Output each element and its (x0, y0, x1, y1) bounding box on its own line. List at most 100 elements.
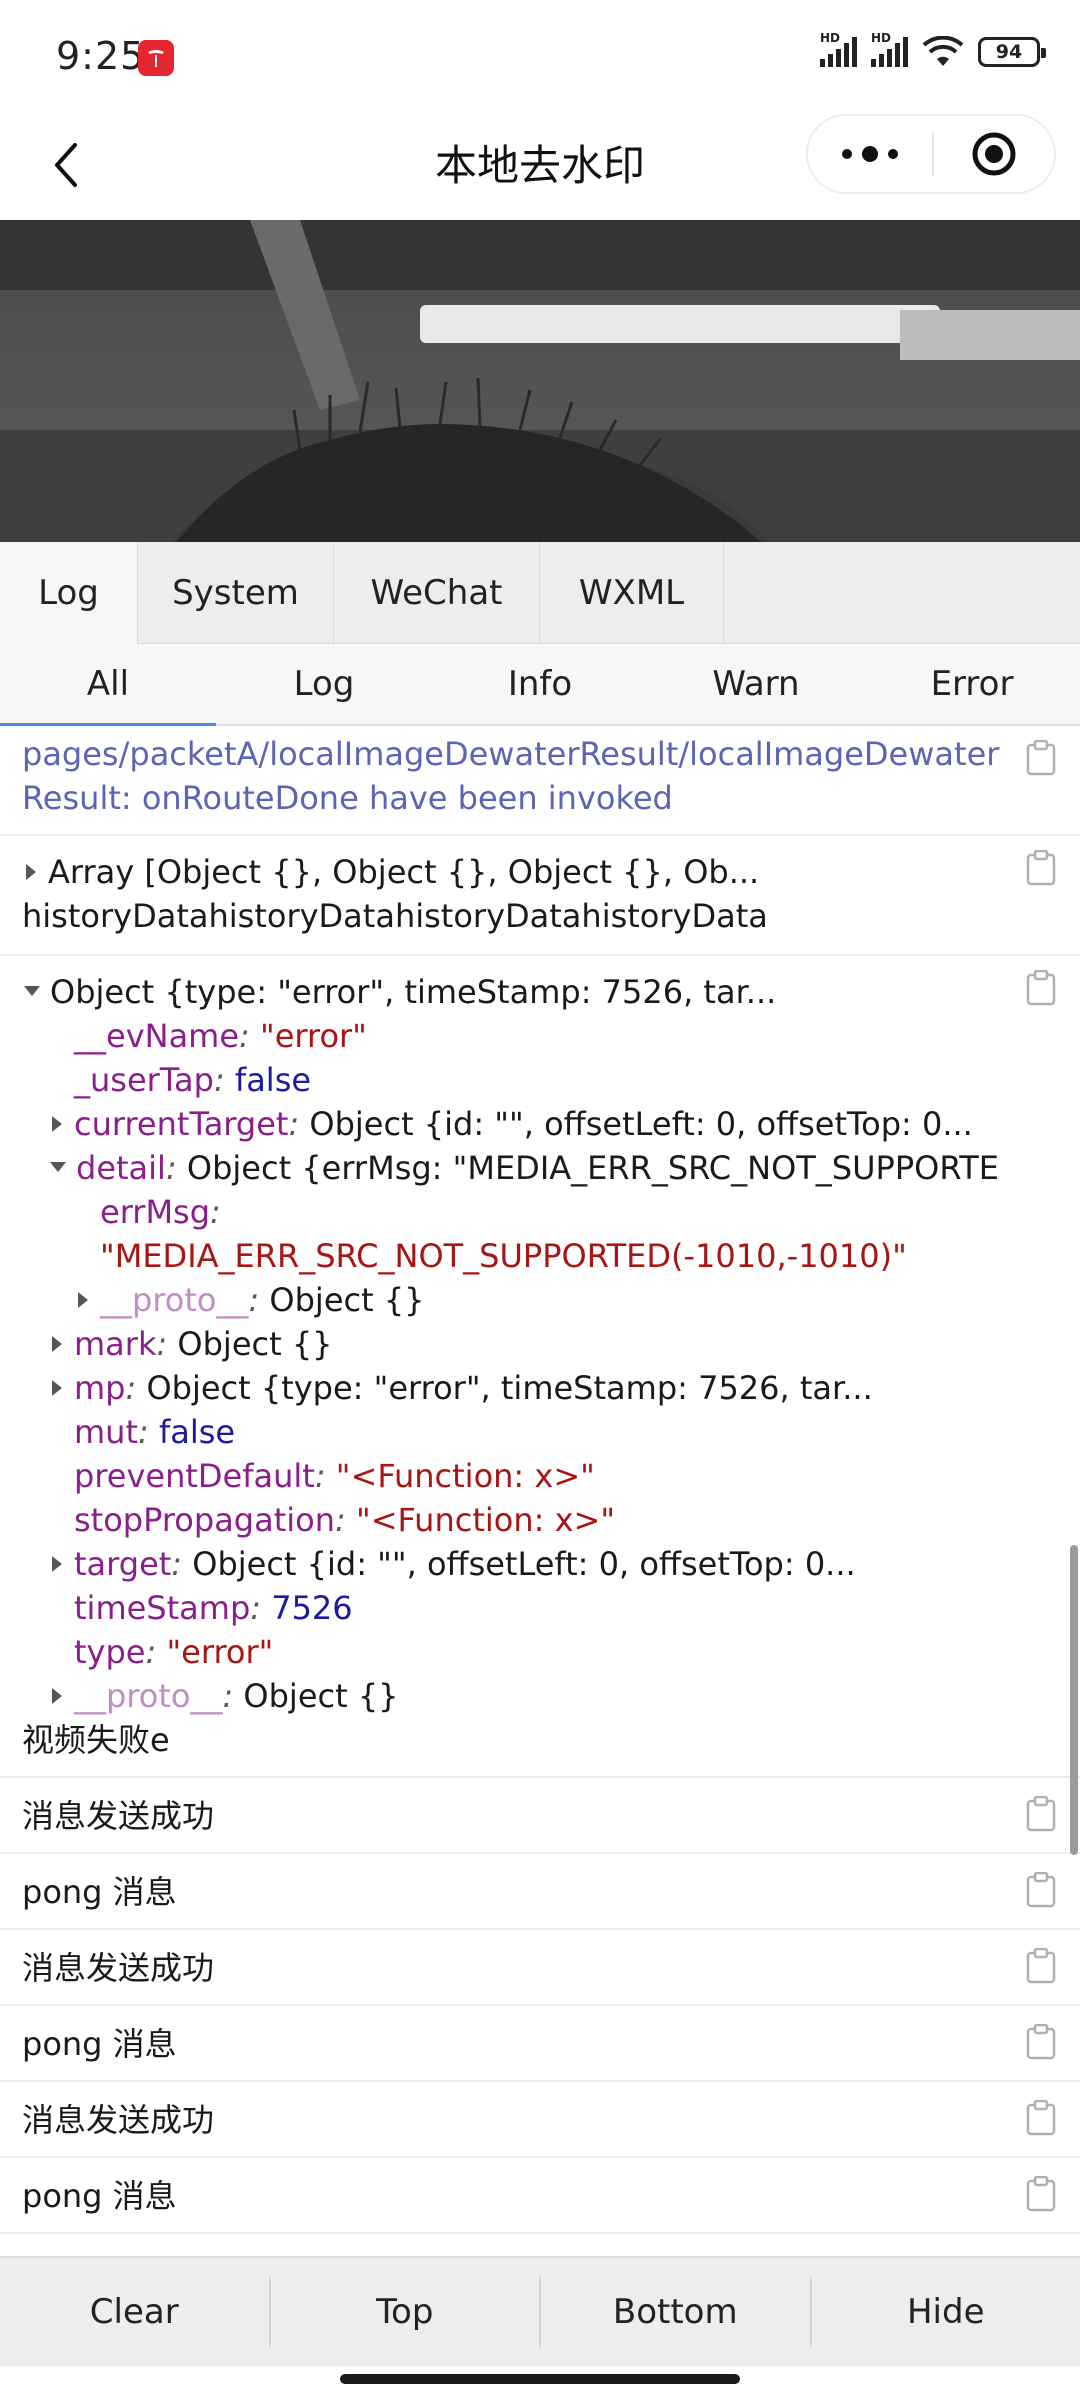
clipboard-icon[interactable] (1026, 740, 1056, 776)
log-text: pong 消息 (22, 2177, 177, 2215)
clipboard-icon[interactable] (1026, 2176, 1056, 2212)
close-button[interactable] (934, 116, 1054, 192)
prop-key: detail (76, 1149, 166, 1187)
prop-value: Object {errMsg: "MEDIA_ERR_SRC_NOT_SUPPO… (186, 1149, 1000, 1187)
log-item: 消息发送成功 (0, 1778, 1080, 1854)
prop-key: currentTarget (74, 1105, 289, 1143)
log-text: Array [Object {}, Object {}, Object {}, … (48, 853, 760, 891)
expand-arrow-icon[interactable] (52, 1116, 62, 1132)
tesla-app-icon (138, 40, 174, 76)
prop-line[interactable]: mp: Object {type: "error", timeStamp: 75… (22, 1366, 1000, 1410)
clipboard-icon[interactable] (1026, 1872, 1056, 1908)
clear-button[interactable]: Clear (0, 2277, 271, 2347)
battery-icon: 94 (978, 37, 1046, 67)
log-list[interactable]: pages/packetA/localImageDewaterResult/lo… (0, 726, 1080, 2256)
expand-arrow-icon[interactable] (52, 1380, 62, 1396)
tab-system[interactable]: System (138, 542, 334, 644)
prop-key: mut (74, 1413, 138, 1451)
prop-value: "MEDIA_ERR_SRC_NOT_SUPPORTED(-1010,-1010… (100, 1237, 907, 1275)
filter-all[interactable]: All (0, 644, 216, 726)
prop-line: errMsg: (100, 1193, 221, 1231)
prop-line[interactable]: detail: Object {errMsg: "MEDIA_ERR_SRC_N… (22, 1146, 1000, 1190)
prop-key: __proto__ (74, 1677, 223, 1715)
clipboard-icon[interactable] (1026, 2024, 1056, 2060)
clipboard-icon[interactable] (1026, 970, 1056, 1006)
log-text: 消息发送成功 (22, 2101, 215, 2139)
prop-line: mut: false (74, 1413, 236, 1451)
log-text: 视频失败e (22, 1721, 170, 1759)
collapse-arrow-icon[interactable] (50, 1162, 66, 1172)
prop-key: mark (74, 1325, 157, 1363)
prop-line: _userTap: false (74, 1061, 312, 1099)
prop-key: timeStamp (74, 1589, 251, 1627)
log-text: 消息发送成功 (22, 1797, 215, 1835)
array-line[interactable]: Array [Object {}, Object {}, Object {}, … (22, 850, 1000, 894)
log-filter-tabs: All Log Info Warn Error (0, 644, 1080, 726)
log-text: 消息发送成功 (22, 1949, 215, 1987)
prop-line[interactable]: mark: Object {} (22, 1322, 1000, 1366)
log-item: pong 消息 (0, 2006, 1080, 2082)
more-dots-icon (842, 149, 852, 159)
prop-value: "error" (166, 1633, 274, 1671)
clipboard-icon[interactable] (1026, 1948, 1056, 1984)
log-scrollbar[interactable] (1070, 1545, 1078, 1855)
prop-key: mp (74, 1369, 126, 1407)
log-text: historyDatahistoryDatahistoryDatahistory… (22, 897, 768, 935)
log-item: pong 消息 (0, 1854, 1080, 1930)
status-time: 9:25 (56, 34, 146, 78)
expand-arrow-icon[interactable] (52, 1556, 62, 1572)
expand-arrow-icon[interactable] (26, 864, 36, 880)
prop-line: preventDefault: "<Function: x>" (74, 1457, 595, 1495)
vconsole-toolbar: Clear Top Bottom Hide (0, 2256, 1080, 2366)
bottom-button[interactable]: Bottom (541, 2277, 812, 2347)
filter-info[interactable]: Info (432, 644, 648, 724)
object-line[interactable]: Object {type: "error", timeStamp: 7526, … (22, 970, 1000, 1014)
prop-line: stopPropagation: "<Function: x>" (74, 1501, 616, 1539)
clipboard-icon[interactable] (1026, 850, 1056, 886)
target-circle-icon (972, 132, 1016, 176)
mini-program-capsule (806, 114, 1056, 194)
prop-line[interactable]: __proto__: Object {} (22, 1278, 1000, 1322)
prop-key: stopPropagation (74, 1501, 336, 1539)
collapse-arrow-icon[interactable] (24, 986, 40, 996)
prop-value: Object {} (177, 1325, 333, 1363)
log-text: pong 消息 (22, 1873, 177, 1911)
prop-value: Object {} (243, 1677, 399, 1715)
home-indicator[interactable] (340, 2374, 740, 2384)
prop-line[interactable]: __proto__: Object {} (22, 1674, 1000, 1718)
filter-log[interactable]: Log (216, 644, 432, 724)
cell-signal-icon: HD (820, 31, 857, 67)
nav-bar: 本地去水印 (0, 110, 1080, 220)
tab-wechat[interactable]: WeChat (334, 542, 540, 644)
prop-value: Object {id: "", offsetLeft: 0, offsetTop… (309, 1105, 973, 1143)
filter-error[interactable]: Error (864, 644, 1080, 724)
prop-key: __evName (74, 1017, 240, 1055)
log-text: pong 消息 (22, 2025, 177, 2063)
vconsole-tabs: Log System WeChat WXML (0, 542, 1080, 644)
top-button[interactable]: Top (271, 2277, 541, 2347)
tab-log[interactable]: Log (0, 542, 138, 644)
video-frame-image (0, 220, 1080, 542)
clipboard-icon[interactable] (1026, 1796, 1056, 1832)
expand-arrow-icon[interactable] (78, 1292, 88, 1308)
prop-key: preventDefault (74, 1457, 315, 1495)
log-item: pages/packetA/localImageDewaterResult/lo… (0, 726, 1080, 836)
prop-line[interactable]: currentTarget: Object {id: "", offsetLef… (22, 1102, 1000, 1146)
clipboard-icon[interactable] (1026, 2100, 1056, 2136)
hide-button[interactable]: Hide (812, 2277, 1080, 2347)
prop-line: type: "error" (74, 1633, 274, 1671)
cell-signal-icon-2: HD (871, 31, 908, 67)
prop-value: Object {type: "error", timeStamp: 7526, … (146, 1369, 873, 1407)
expand-arrow-icon[interactable] (52, 1688, 62, 1704)
prop-value: "<Function: x>" (335, 1457, 595, 1495)
filter-warn[interactable]: Warn (648, 644, 864, 724)
video-preview[interactable] (0, 220, 1080, 542)
prop-line[interactable]: target: Object {id: "", offsetLeft: 0, o… (22, 1542, 1000, 1586)
more-button[interactable] (808, 116, 932, 192)
prop-value: false (234, 1061, 312, 1099)
prop-line: __evName: "error" (74, 1017, 367, 1055)
expand-arrow-icon[interactable] (52, 1336, 62, 1352)
tab-wxml[interactable]: WXML (540, 542, 724, 644)
prop-line: "MEDIA_ERR_SRC_NOT_SUPPORTED(-1010,-1010… (22, 1234, 1000, 1278)
log-item: 消息发送成功 (0, 1930, 1080, 2006)
